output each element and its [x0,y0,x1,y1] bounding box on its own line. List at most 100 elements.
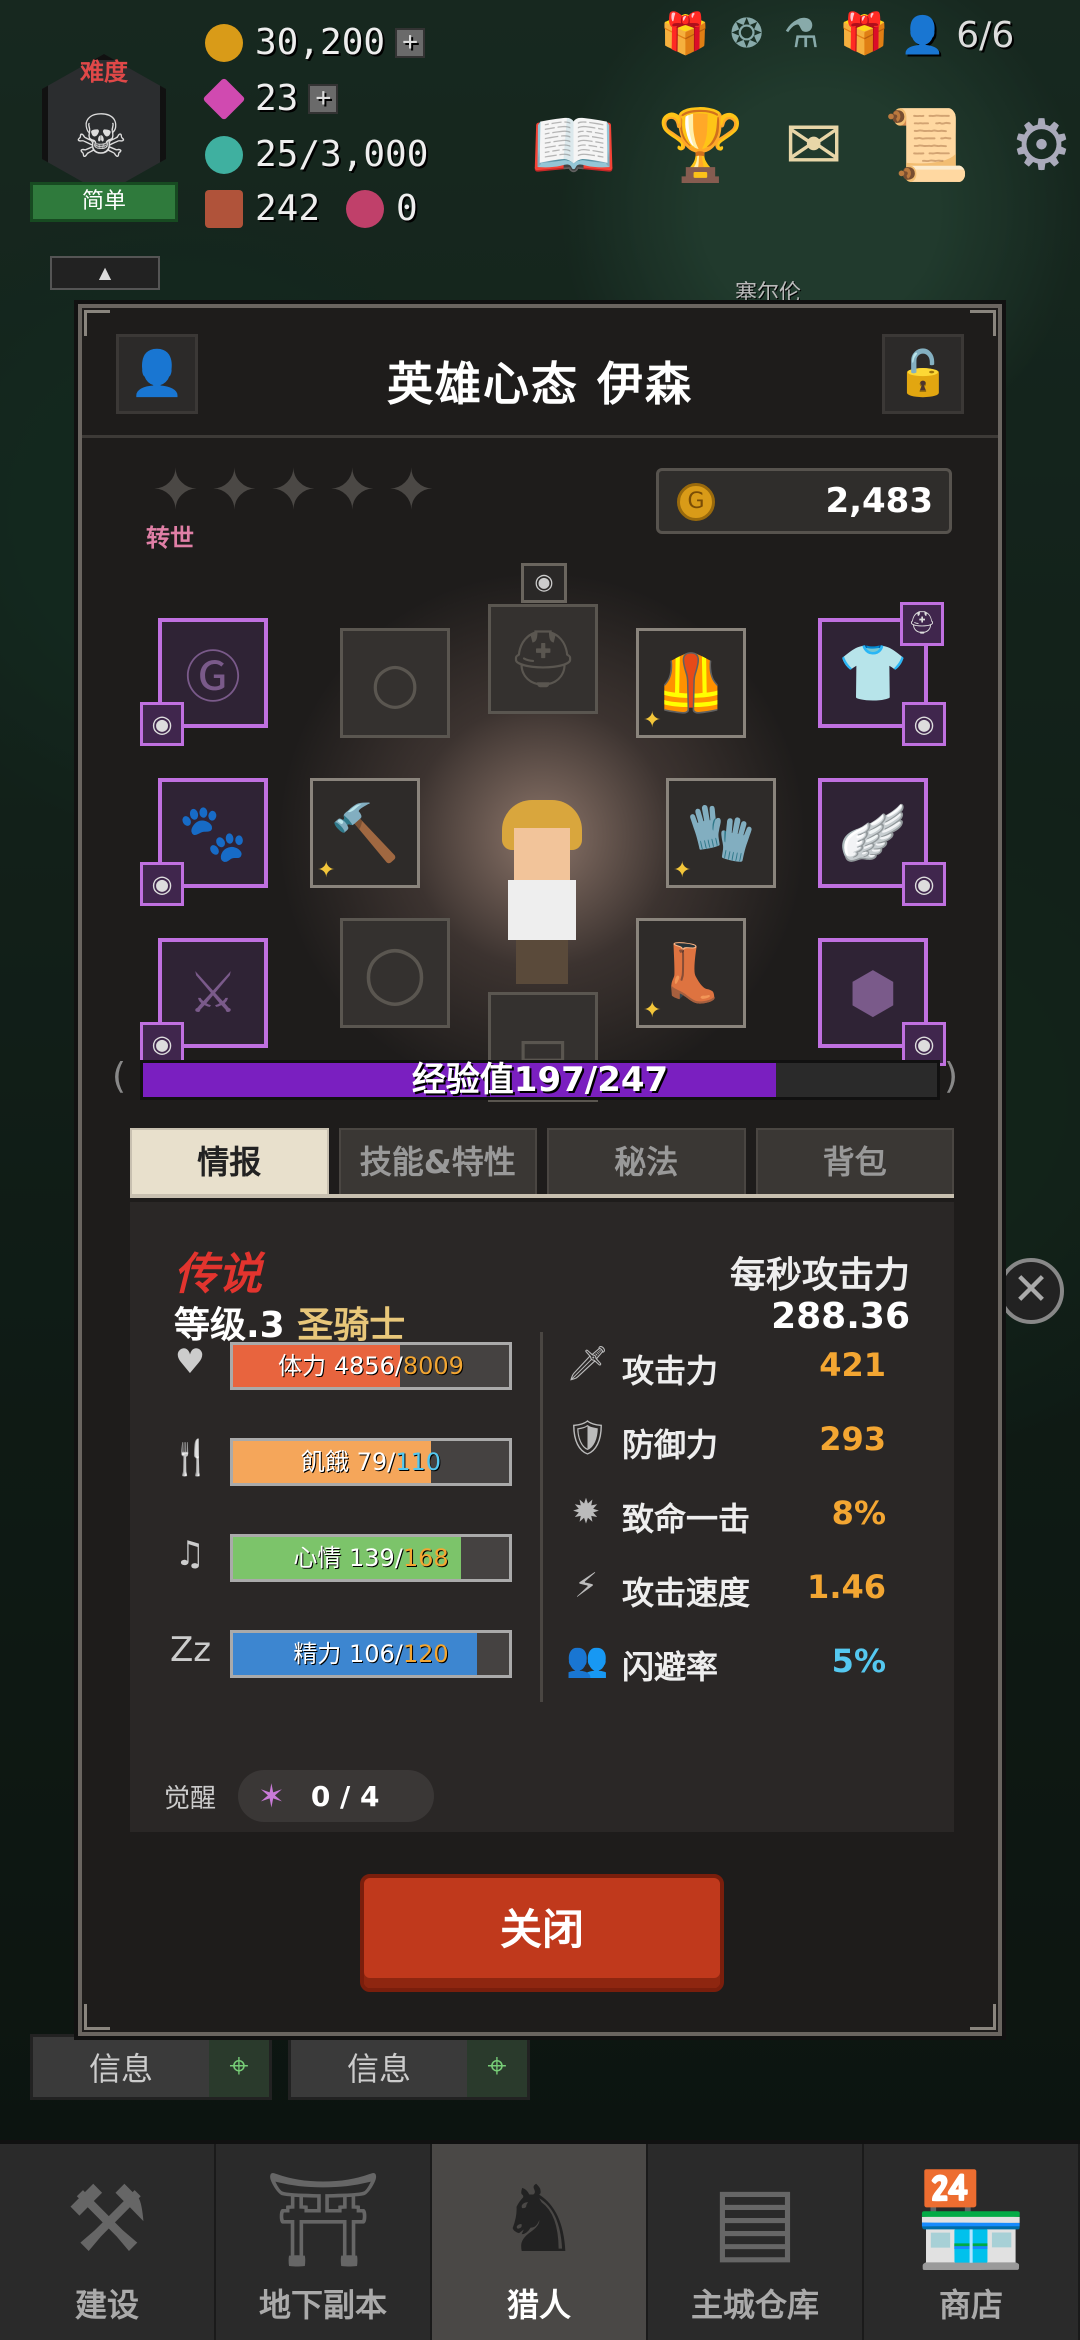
rank-star-icon: ✦ [210,458,258,523]
stat-value: 293 [819,1420,886,1458]
rank-star-icon: ✦ [269,458,317,523]
stat-name: 致命一击 [622,1500,751,1538]
gem-value: 23 [255,78,299,119]
add-gem-button[interactable]: + [308,83,339,114]
mail-icon[interactable]: ✉ [784,110,843,180]
nav-shop[interactable]: 🏪 商店 [864,2144,1080,2340]
settings-icon[interactable]: ⚙ [1010,110,1073,180]
awaken-progress[interactable]: ✶ 0 / 4 [238,1770,435,1822]
slot-pet[interactable]: 🐾 ◉ [140,778,268,906]
helmet-badge-icon[interactable]: ⛑ [900,602,944,646]
target-icon[interactable]: ⌖ [467,2037,527,2097]
hero-legs [516,940,568,984]
slot-gold-rune[interactable]: Ⓖ ◉ [140,618,268,746]
slot-ring[interactable]: ◯ [340,918,450,1028]
slot-armor[interactable]: 🦺 ✦ [636,628,746,738]
nav-label: 猎人 [506,2286,571,2324]
hexagon-gem-icon: ⬢ [848,960,898,1026]
stat-defense: 🛡 防御力 293 [566,1414,926,1466]
hero-shirt [508,880,576,940]
shop-icon: 🏪 [913,2166,1029,2273]
gift-box-icon[interactable]: 🎁 [839,10,889,57]
nav-hunter[interactable]: ♞ 猎人 [432,2144,648,2340]
potion-icon[interactable]: ⚗ [783,11,819,57]
close-button[interactable]: 关闭 [360,1874,724,1992]
nav-build[interactable]: ⚒ 建设 [0,2144,216,2340]
trophy-icon[interactable]: 🏆 [657,110,744,180]
gem-icon [202,77,246,120]
panel-divider [540,1332,543,1702]
sleep-zz-icon: Zz [170,1630,212,1670]
rarity-label: 传说 [174,1249,262,1300]
sparkle-icon: ✦ [643,998,662,1023]
vital-current: 139 [348,1544,395,1572]
difficulty-title: 难度 [80,58,128,86]
gift-icon[interactable]: 🎁 [660,10,710,57]
awaken-value: 0 / 4 [310,1779,380,1813]
rank-star-icon: ✦ [328,458,376,523]
shield-icon: 🛡 [566,1418,610,1458]
xp-bar-cap-left: ( [112,1056,127,1097]
nav-dungeon[interactable]: ⛩ 地下副本 [216,2144,432,2340]
hero-detail-modal: 👤 英雄心态 伊森 🔓 ✦ ✦ ✦ ✦ ✦ 转世 G 2,483 Ⓖ ◉ 🐾 ◉ ⚔ ◉… [78,304,1002,2036]
quest-icon[interactable]: 📜 [883,110,970,180]
info-button-2[interactable]: 信息 ⌖ [288,2034,530,2100]
eye-icon[interactable]: ◉ [902,862,946,906]
vital-label: 精力 [293,1640,342,1668]
vital-text: 飢餓 79/110 [300,1448,442,1476]
lock-button[interactable]: 🔓 [882,334,964,414]
orb-value: 0 [396,188,418,229]
book-icon[interactable]: 📖 [530,110,617,180]
hammer-wrench-icon: ⚒ [65,2166,149,2273]
wreath-icon[interactable]: ❂ [730,11,764,57]
slot-wings[interactable]: 🪽 ◉ [818,778,946,906]
tab-skills-traits[interactable]: 技能&特性 [338,1128,537,1194]
orb-icon [346,189,385,228]
vital-label: 体力 [278,1352,327,1380]
shirt-icon: 👕 [838,641,908,706]
hero-tabs: 情报 技能&特性 秘法 背包 [130,1128,954,1198]
add-gold-button[interactable]: + [395,27,426,58]
armor-icon: 🦺 [656,651,726,716]
info-label-1: 信息 [88,2050,153,2088]
music-note-icon: ♫ [174,1534,206,1574]
side-close-icon[interactable]: ✕ [998,1258,1064,1324]
slot-helmet[interactable]: ⛑ ◉ [488,563,598,714]
stat-name: 攻击速度 [622,1574,751,1612]
awaken-row[interactable]: 觉醒 ✶ 0 / 4 [164,1770,435,1822]
slot-costume[interactable]: 👕 ⛑ ◉ [818,602,946,746]
eye-icon[interactable]: ◉ [140,862,184,906]
chest-icon [205,189,243,228]
stat-attack-speed: ⚡ 攻击速度 1.46 [566,1562,926,1614]
stat-dodge: 👥 闪避率 5% [566,1636,926,1688]
difficulty-badge[interactable]: 难度 ☠ 简单 [30,42,178,222]
hero-count: 👤 6/6 [900,14,1070,62]
fork-knife-icon: 🍴 [170,1438,213,1478]
eye-icon[interactable]: ◉ [140,702,184,746]
stat-critical: ✹ 致命一击 8% [566,1488,926,1540]
slot-weapon-skin[interactable]: ⚔ ◉ [140,938,268,1066]
boot-icon: 👢 [656,941,726,1006]
tab-inventory[interactable]: 背包 [755,1128,954,1194]
eye-icon[interactable]: ◉ [902,702,946,746]
skull-icon: ☠ [74,102,128,172]
slot-gloves[interactable]: 🧤 ✦ [666,778,776,888]
slot-hammer[interactable]: 🔨 ✦ [310,778,420,888]
tab-info[interactable]: 情报 [130,1128,329,1194]
bottom-navigation: ⚒ 建设 ⛩ 地下副本 ♞ 猎人 ▤ 主城仓库 🏪 商店 [0,2140,1080,2340]
nav-storage[interactable]: ▤ 主城仓库 [648,2144,864,2340]
info-panel: 传说 等级.3 圣骑士 每秒攻击力 288.36 ♥ 体力 4856/8009 … [130,1202,954,1832]
info-button-1[interactable]: 信息 ⌖ [30,2034,272,2100]
chevron-up-icon: ▲ [98,263,112,282]
collapse-toggle[interactable]: ▲ [50,256,160,290]
slot-boots[interactable]: 👢 ✦ [636,918,746,1028]
target-icon[interactable]: ⌖ [209,2037,269,2097]
place-label: 塞尔伦 [735,281,802,306]
slot-emblem[interactable]: ⬢ ◉ [818,938,946,1066]
tab-arcana[interactable]: 秘法 [547,1128,746,1194]
sparkle-icon: ✦ [643,708,662,733]
eye-icon[interactable]: ◉ [521,563,567,603]
crystal-icon [205,135,243,174]
hammer-icon: 🔨 [330,801,400,866]
slot-amulet[interactable]: ○ [340,628,450,738]
